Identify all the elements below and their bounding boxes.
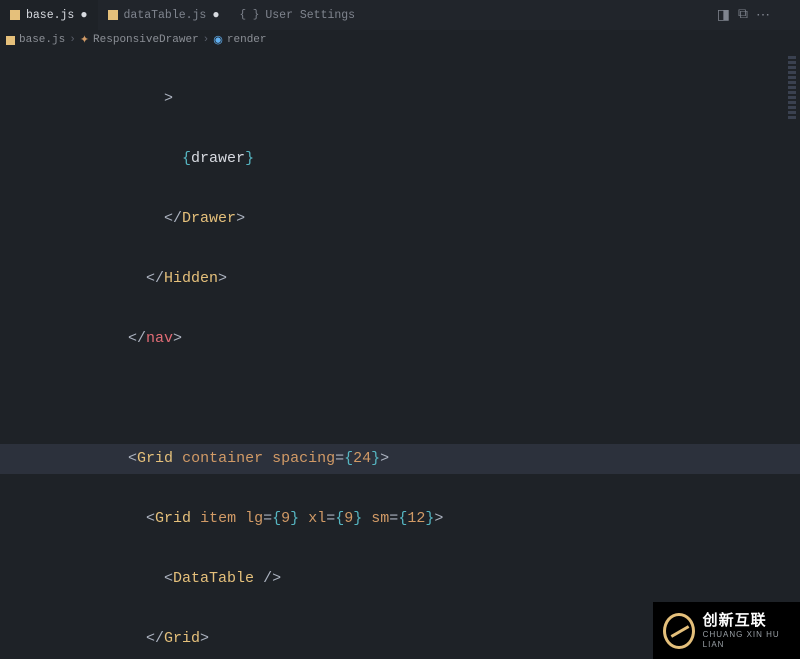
code-line: <Grid container spacing={24}> [56, 444, 786, 474]
editor[interactable]: > {drawer} </Drawer> </Hidden> </nav> <G… [0, 50, 800, 659]
watermark-logo-icon [663, 613, 695, 649]
tab-label: User Settings [265, 9, 355, 22]
tab-datatable-js[interactable]: dataTable.js ● [98, 0, 230, 30]
more-icon[interactable]: ⋯ [756, 7, 770, 24]
chevron-right-icon: › [203, 34, 210, 46]
settings-icon: { } [240, 9, 260, 21]
code-line: {drawer} [56, 144, 786, 174]
code-line: <DataTable /> [56, 564, 786, 594]
tab-label: dataTable.js [124, 9, 207, 22]
tab-user-settings[interactable]: { } User Settings [230, 0, 366, 30]
code-line: </nav> [56, 324, 786, 354]
tab-base-js[interactable]: base.js ● [0, 0, 98, 30]
crumb-symbol[interactable]: ResponsiveDrawer [93, 34, 199, 46]
tab-label: base.js [26, 9, 74, 22]
watermark: 创新互联 CHUANG XIN HU LIAN [653, 602, 800, 659]
code-line: </Hidden> [56, 264, 786, 294]
minimap[interactable] [788, 50, 800, 659]
code-area[interactable]: > {drawer} </Drawer> </Hidden> </nav> <G… [56, 50, 786, 659]
js-icon [108, 10, 118, 20]
chevron-right-icon: › [69, 34, 76, 46]
code-line: <Grid item lg={9} xl={9} sm={12}> [56, 504, 786, 534]
symbol-icon: ✦ [80, 33, 89, 47]
editor-actions: ◨ ⧉ ⋯ [717, 7, 800, 24]
code-line [56, 384, 786, 414]
watermark-cn: 创新互联 [703, 612, 790, 630]
gutter [0, 50, 56, 659]
code-line: </Drawer> [56, 204, 786, 234]
js-icon [6, 36, 15, 45]
dirty-icon: ● [80, 9, 87, 21]
tab-bar: base.js ● dataTable.js ● { } User Settin… [0, 0, 800, 30]
split-icon[interactable]: ⧉ [738, 7, 748, 24]
crumb-file[interactable]: base.js [19, 34, 65, 46]
dirty-icon: ● [212, 9, 219, 21]
breadcrumb: base.js › ✦ ResponsiveDrawer › ◉ render [0, 30, 800, 50]
code-line: > [56, 84, 786, 114]
crumb-symbol[interactable]: render [227, 34, 267, 46]
method-icon: ◉ [213, 33, 223, 47]
watermark-en: CHUANG XIN HU LIAN [703, 630, 790, 649]
compare-icon[interactable]: ◨ [717, 7, 730, 24]
js-icon [10, 10, 20, 20]
